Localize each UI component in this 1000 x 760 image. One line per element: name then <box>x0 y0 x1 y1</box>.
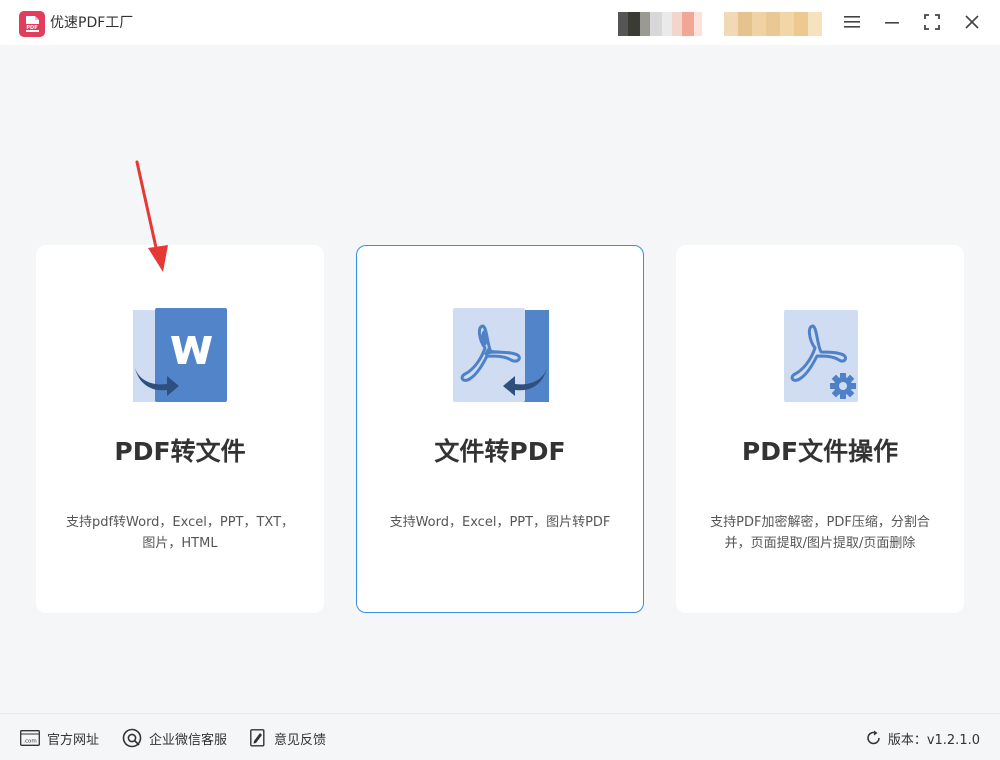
card-title: PDF转文件 <box>114 437 246 466</box>
card-description: 支持PDF加密解密，PDF压缩，分割合 并，页面提取/图片提取/页面删除 <box>710 515 930 551</box>
card-title: PDF文件操作 <box>741 437 899 466</box>
wechat-service-label: 企业微信客服 <box>149 732 228 748</box>
title-bar: PDF 优速PDF工厂 <box>0 0 1000 45</box>
svg-text:.com: .com <box>23 739 37 745</box>
user-avatar-blurred[interactable] <box>618 12 702 36</box>
feedback-icon <box>250 729 265 747</box>
refresh-icon <box>867 730 880 745</box>
pdf-tools-icon <box>784 310 858 402</box>
file-to-pdf-card[interactable]: 文件转PDF 支持Word，Excel，PPT，图片转PDF <box>356 245 644 613</box>
pdf-to-word-icon <box>133 308 227 402</box>
website-icon: .com <box>20 730 40 746</box>
footer-bar: .com 官方网址 企业微信客服 意见反馈 版本：v1.2.1.0 <box>0 713 1000 760</box>
minimize-button[interactable] <box>881 11 903 33</box>
pdf-operations-card[interactable]: PDF文件操作 支持PDF加密解密，PDF压缩，分割合 并，页面提取/图片提取/… <box>676 245 964 613</box>
card-description: 支持Word，Excel，PPT，图片转PDF <box>389 515 611 530</box>
feedback-link[interactable]: 意见反馈 <box>250 728 326 748</box>
app-logo-icon: PDF <box>19 11 45 37</box>
feedback-label: 意见反馈 <box>274 732 327 748</box>
official-website-label: 官方网址 <box>47 732 100 748</box>
card-description: 支持pdf转Word，Excel，PPT，TXT， 图片，HTML <box>65 515 295 551</box>
card-title: 文件转PDF <box>434 437 566 466</box>
file-to-pdf-icon <box>453 308 549 402</box>
red-arrow-annotation-icon <box>135 160 168 272</box>
close-button[interactable] <box>961 11 983 33</box>
svg-text:PDF: PDF <box>26 25 37 31</box>
pdf-to-file-card[interactable]: PDF转文件 支持pdf转Word，Excel，PPT，TXT， 图片，HTML <box>36 245 324 613</box>
menu-button[interactable] <box>841 11 863 33</box>
close-icon <box>965 15 979 29</box>
maximize-button[interactable] <box>921 11 943 33</box>
version-label: 版本：v1.2.1.0 <box>887 732 980 748</box>
wechat-service-link[interactable]: 企业微信客服 <box>122 728 227 748</box>
minimize-icon <box>885 22 899 24</box>
wechat-service-icon <box>122 728 142 748</box>
user-name-blurred[interactable] <box>724 12 822 36</box>
official-website-link[interactable]: .com 官方网址 <box>20 728 99 748</box>
menu-icon <box>844 16 860 28</box>
app-title: 优速PDF工厂 <box>50 15 134 31</box>
version-info[interactable]: 版本：v1.2.1.0 <box>866 728 980 748</box>
maximize-icon <box>924 14 940 30</box>
gear-icon <box>830 373 856 399</box>
